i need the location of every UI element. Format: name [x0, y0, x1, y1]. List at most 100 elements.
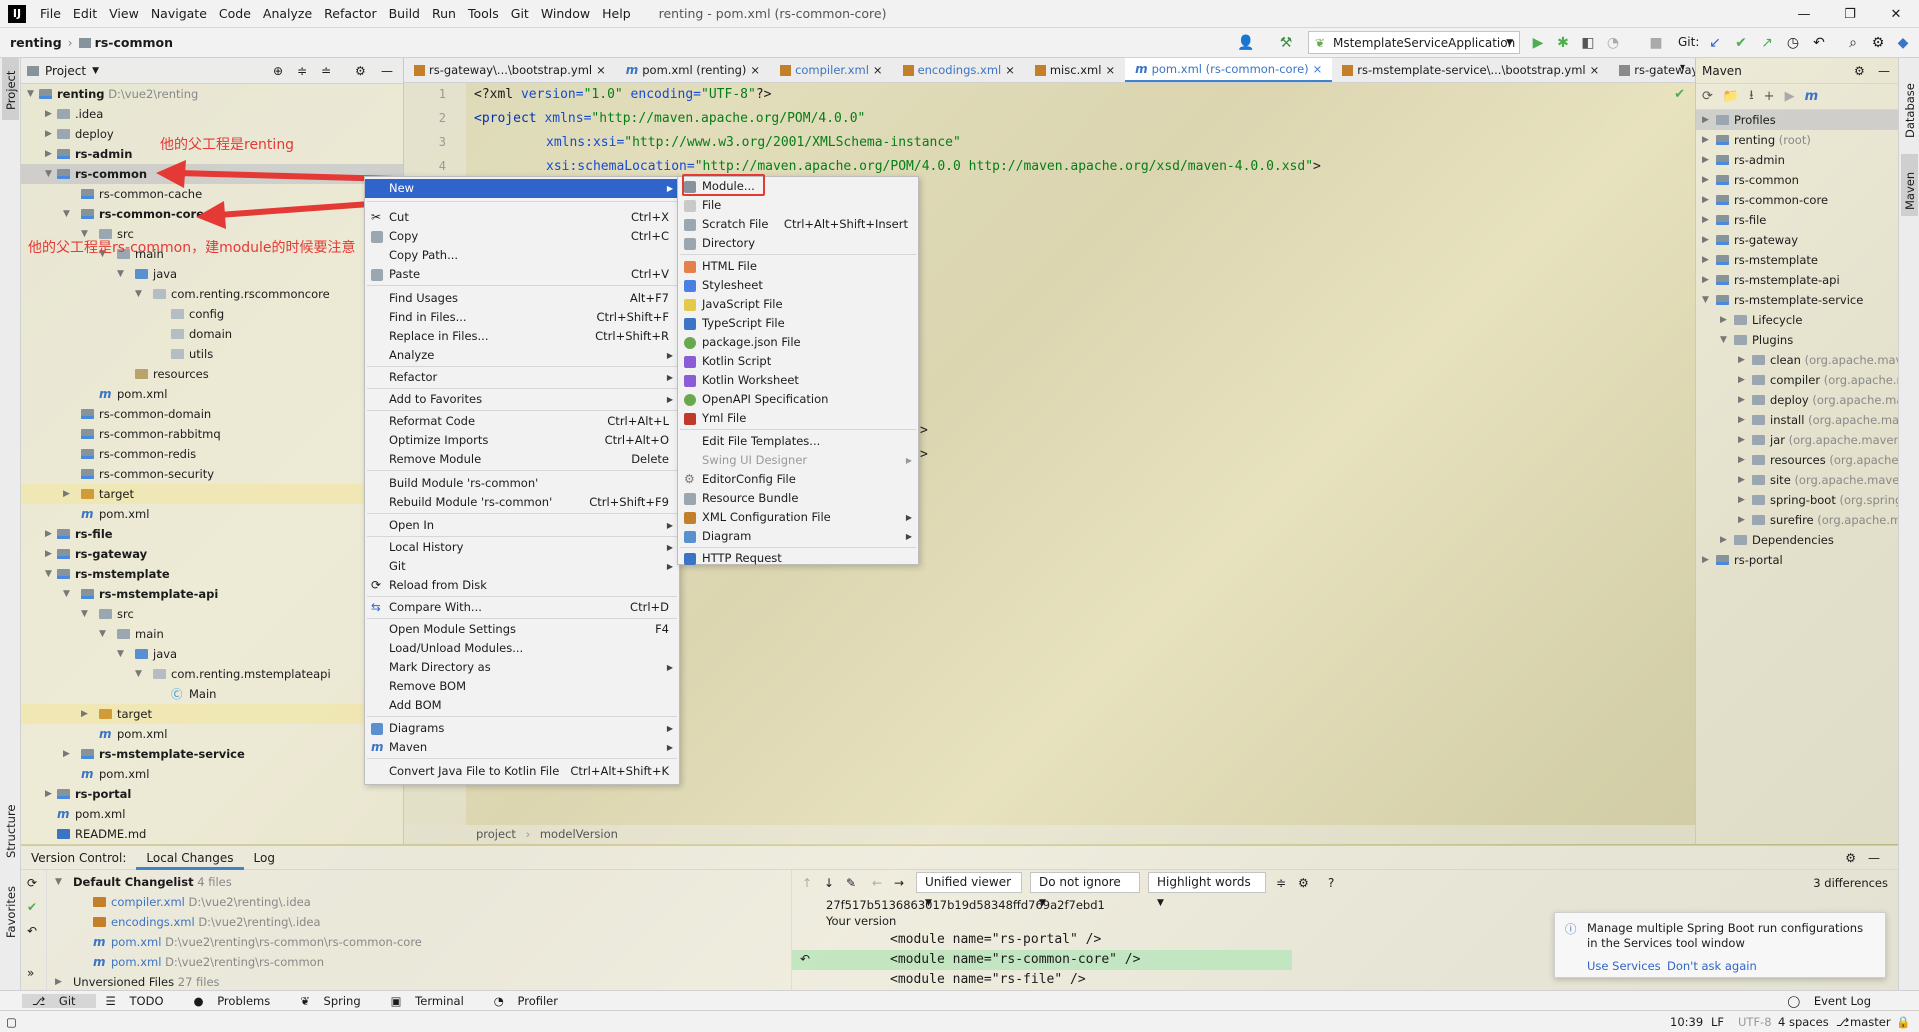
menu-item-maven[interactable]: m Maven ▶	[365, 738, 679, 757]
commit-check-icon[interactable]: ✔	[27, 900, 37, 914]
submenu-item-edit-file-templates[interactable]: Edit File Templates...	[678, 432, 918, 451]
rollback-icon[interactable]: ↶	[27, 924, 37, 938]
maven-row[interactable]: ▶ rs-gateway	[1696, 230, 1898, 250]
submenu-item-http-request[interactable]: HTTP Request	[678, 549, 918, 568]
maven-row[interactable]: ▶ jar (org.apache.maven.p	[1696, 430, 1912, 450]
menu-item-reload-from-disk[interactable]: ⟳ Reload from Disk	[365, 576, 679, 595]
changelist-row[interactable]: ▶ Unversioned Files 27 files	[49, 972, 809, 992]
hide-panel-icon[interactable]: —	[1858, 846, 1890, 870]
menu-item-add-bom[interactable]: Add BOM	[365, 696, 679, 715]
panel-gear-icon[interactable]: ⚙	[1854, 64, 1865, 78]
menu-item-remove-module[interactable]: Remove Module Delete	[365, 450, 679, 469]
maven-goal-icon[interactable]: m	[1805, 89, 1819, 104]
maven-row[interactable]: ▶ site (org.apache.maven.	[1696, 470, 1910, 490]
revert-icon[interactable]: ↶	[800, 952, 810, 966]
maven-row[interactable]: ▶ compiler (org.apache.m	[1696, 370, 1908, 390]
submenu-item-editorconfig[interactable]: ⚙ EditorConfig File	[678, 470, 918, 489]
file-encoding[interactable]: UTF-8	[1738, 1015, 1772, 1029]
menu-item-find-in-files[interactable]: Find in Files... Ctrl+Shift+F	[365, 308, 679, 327]
menu-item-optimize-imports[interactable]: Optimize Imports Ctrl+Alt+O	[365, 431, 679, 450]
menu-item-build-module[interactable]: Build Module 'rs-common'	[365, 474, 679, 493]
submenu-item-stylesheet[interactable]: Stylesheet	[678, 276, 918, 295]
menu-item-local-history[interactable]: Local History ▶	[365, 538, 679, 557]
menu-item-remove-bom[interactable]: Remove BOM	[365, 677, 679, 696]
maven-row[interactable]: ▶ spring-boot (org.spring	[1696, 490, 1902, 510]
next-diff-icon[interactable]: ↓	[824, 876, 834, 890]
maven-row[interactable]: ▶ rs-mstemplate-api	[1696, 270, 1898, 290]
submenu-item-kotlin-worksheet[interactable]: Kotlin Worksheet	[678, 371, 918, 390]
submenu-item-xml-configuration[interactable]: XML Configuration File ▶	[678, 508, 918, 527]
submenu-item-scratch-file[interactable]: Scratch File Ctrl+Alt+Shift+Insert	[678, 215, 918, 234]
changed-file-row[interactable]: compiler.xml D:\vue2\renting\.idea	[49, 892, 809, 912]
maven-row[interactable]: ▶ surefire (org.apache.ma	[1696, 510, 1908, 530]
maven-row[interactable]: ▼ rs-mstemplate-service	[1696, 290, 1898, 310]
menu-item-copy[interactable]: Copy Ctrl+C	[365, 227, 679, 246]
menu-item-copy-path[interactable]: Copy Path...	[365, 246, 679, 265]
submenu-item-diagram[interactable]: Diagram ▶	[678, 527, 918, 546]
hide-panel-icon[interactable]: —	[1878, 64, 1890, 78]
submenu-item-html-file[interactable]: HTML File	[678, 257, 918, 276]
submenu-item-kotlin-script[interactable]: Kotlin Script	[678, 352, 918, 371]
maven-row[interactable]: ▶ rs-portal	[1696, 550, 1898, 570]
maven-row[interactable]: ▶ resources (org.apache.m	[1696, 450, 1913, 470]
back-icon[interactable]: ←	[872, 876, 882, 890]
highlight-mode-select[interactable]: Highlight words ▼	[1148, 872, 1266, 908]
submenu-item-openapi[interactable]: OpenAPI Specification	[678, 390, 918, 409]
tool-problems[interactable]: ● Problems	[184, 994, 291, 1008]
maven-row[interactable]: ▶ deploy (org.apache.mav	[1696, 390, 1910, 410]
maven-row[interactable]: ▼ Plugins	[1696, 330, 1898, 350]
lock-icon[interactable]: 🔒	[1896, 1015, 1910, 1029]
forward-icon[interactable]: →	[894, 876, 904, 890]
menu-item-open-module-settings[interactable]: Open Module Settings F4	[365, 620, 679, 639]
database-tool-label[interactable]: Database	[1903, 83, 1917, 138]
maven-row[interactable]: ▶ rs-common	[1696, 170, 1898, 190]
dont-ask-again-link[interactable]: Don't ask again	[1667, 959, 1757, 973]
tool-todo[interactable]: ☰ TODO	[96, 994, 184, 1008]
help-icon[interactable]: ?	[1328, 876, 1334, 890]
submenu-item-typescript-file[interactable]: TypeScript File	[678, 314, 918, 333]
diff-gear-icon[interactable]: ⚙	[1298, 876, 1309, 890]
maven-row[interactable]: ▶ install (org.apache.mave	[1696, 410, 1913, 430]
changed-file-row[interactable]: encodings.xml D:\vue2\renting\.idea	[49, 912, 809, 932]
menu-item-reformat-code[interactable]: Reformat Code Ctrl+Alt+L	[365, 412, 679, 431]
use-services-link[interactable]: Use Services	[1587, 959, 1661, 973]
git-branch[interactable]: master	[1850, 1015, 1891, 1029]
maven-row[interactable]: ▶ rs-mstemplate	[1696, 250, 1898, 270]
caret-position[interactable]: 10:39	[1670, 1015, 1703, 1029]
tool-terminal[interactable]: ▣ Terminal	[381, 994, 484, 1008]
submenu-item-package-json[interactable]: package.json File	[678, 333, 918, 352]
submenu-item-resource-bundle[interactable]: Resource Bundle	[678, 489, 918, 508]
changelist-row[interactable]: ▼ Default Changelist 4 files	[49, 872, 809, 892]
tool-spring[interactable]: ❦ Spring	[290, 994, 380, 1008]
menu-item-convert-java-to-kotlin[interactable]: Convert Java File to Kotlin File Ctrl+Alt…	[365, 762, 679, 781]
generate-sources-icon[interactable]: 📁	[1723, 89, 1739, 104]
menu-item-cut[interactable]: ✂ Cut Ctrl+X	[365, 208, 679, 227]
tool-git[interactable]: ⎇ Git	[22, 993, 96, 1008]
menu-item-mark-directory-as[interactable]: Mark Directory as ▶	[365, 658, 679, 677]
submenu-item-yml-file[interactable]: Yml File	[678, 409, 918, 428]
menu-item-load-unload-modules[interactable]: Load/Unload Modules...	[365, 639, 679, 658]
maven-tool-button[interactable]: Maven	[1901, 154, 1918, 216]
menu-item-analyze[interactable]: Analyze ▶	[365, 346, 679, 365]
menu-item-open-in[interactable]: Open In ▶	[365, 516, 679, 535]
maven-row[interactable]: ▶ rs-admin	[1696, 150, 1898, 170]
download-icon[interactable]: ⭳	[1749, 86, 1754, 108]
menu-item-replace-in-files[interactable]: Replace in Files... Ctrl+Shift+R	[365, 327, 679, 346]
tool-event-log[interactable]: ◯ Event Log	[1777, 994, 1891, 1008]
menu-item-find-usages[interactable]: Find Usages Alt+F7	[365, 289, 679, 308]
status-square-icon[interactable]: ▢	[6, 1015, 17, 1029]
collapse-unchanged-icon[interactable]: ≑	[1276, 876, 1286, 890]
add-icon[interactable]: +	[1764, 89, 1775, 104]
tab-log[interactable]: Log	[244, 846, 285, 870]
prev-diff-icon[interactable]: ↑	[802, 876, 812, 890]
maven-row[interactable]: ▶ renting (root)	[1696, 130, 1898, 150]
edit-icon[interactable]: ✎	[846, 876, 856, 890]
maven-row[interactable]: ▶ Lifecycle	[1696, 310, 1898, 330]
submenu-item-javascript-file[interactable]: JavaScript File	[678, 295, 918, 314]
maven-row[interactable]: ▶ Dependencies	[1696, 530, 1898, 550]
expand-icon[interactable]: »	[27, 966, 34, 980]
maven-row[interactable]: ▶ Profiles	[1696, 110, 1898, 130]
submenu-item-file[interactable]: File	[678, 196, 918, 215]
line-separator[interactable]: LF	[1711, 1015, 1724, 1029]
ignore-mode-select[interactable]: Do not ignore ▼	[1030, 872, 1140, 908]
